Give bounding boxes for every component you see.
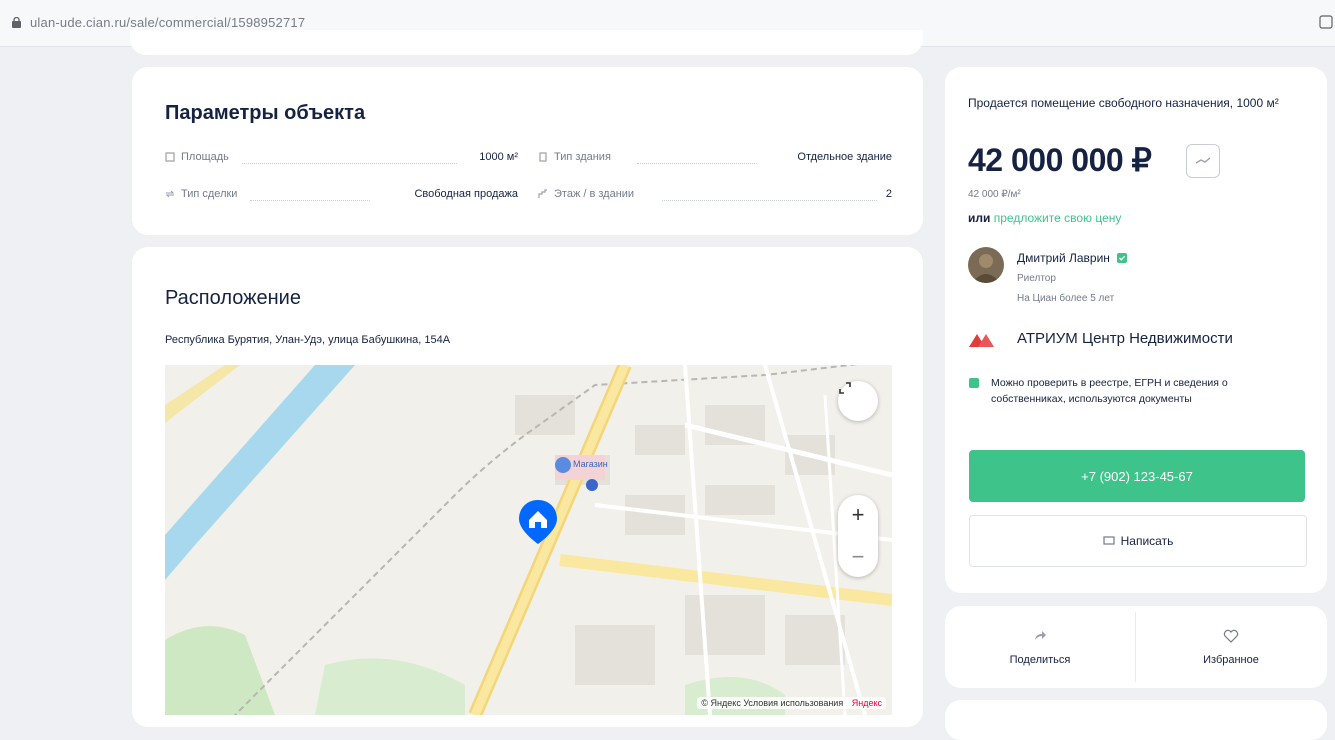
agent-role: Риелтор	[1017, 273, 1056, 284]
dot-leader	[637, 163, 757, 164]
params-title: Параметры объекта	[165, 102, 366, 124]
translate-icon[interactable]	[1319, 15, 1333, 29]
agent-experience: На Циан более 5 лет	[1017, 293, 1115, 304]
location-title: Расположение	[165, 287, 301, 309]
offer-price-line: или предложите свою цену	[968, 211, 1122, 225]
actions-card: Поделиться Избранное	[945, 606, 1327, 688]
param-area-value: 1000 м²	[479, 151, 518, 163]
param-floor-label: Этаж / в здании	[538, 188, 634, 200]
offer-title: Продается помещение свободного назначени…	[968, 96, 1279, 110]
checkmark-icon	[969, 378, 979, 388]
share-icon	[1035, 631, 1046, 640]
verified-icon	[1117, 253, 1128, 263]
zoom-control[interactable]: + −	[838, 495, 878, 577]
dot-leader	[242, 163, 457, 164]
agency-logo	[969, 334, 994, 347]
price-per-meter: 42 000 ₽/м²	[968, 189, 1021, 200]
previous-card-bottom	[130, 30, 923, 55]
chart-icon	[1195, 157, 1211, 164]
show-phone-button[interactable]: +7 (902) 123-45-67	[969, 450, 1305, 502]
location-pin-icon[interactable]	[517, 498, 559, 546]
deal-icon	[165, 190, 175, 198]
avatar[interactable]	[968, 247, 1004, 283]
param-deal-type-label: Тип сделки	[165, 188, 237, 200]
map-attribution[interactable]: © Яндекс Условия использования Яндекс	[697, 697, 886, 709]
url-text[interactable]: ulan-ude.cian.ru/sale/commercial/1598952…	[30, 15, 305, 30]
param-building-type-value: Отдельное здание	[797, 151, 892, 163]
param-building-type-label: Тип здания	[538, 151, 611, 163]
area-icon	[165, 152, 175, 162]
price-history-button[interactable]	[1186, 144, 1220, 178]
address-text: Республика Бурятия, Улан-Удэ, улица Бабу…	[165, 334, 451, 346]
param-floor-value: 2	[885, 188, 892, 200]
param-area-label: Площадь	[165, 151, 229, 163]
zoom-in-button[interactable]: +	[838, 495, 878, 535]
agency-name[interactable]: АТРИУМ Центр Недвижимости	[1017, 330, 1233, 347]
write-message-button[interactable]: Написать	[969, 515, 1307, 567]
share-button[interactable]: Поделиться	[945, 606, 1135, 688]
favorite-button[interactable]: Избранное	[1136, 606, 1326, 688]
price: 42 000 000 ₽	[968, 142, 1152, 178]
message-icon	[1103, 536, 1115, 545]
zoom-out-button[interactable]: −	[838, 537, 878, 577]
next-card-top	[945, 700, 1327, 740]
expand-icon	[839, 382, 851, 394]
heart-icon	[1223, 629, 1239, 643]
verification-notice: Можно проверить в реестре, ЕГРН и сведен…	[991, 377, 1228, 405]
dot-leader	[662, 200, 877, 201]
lock-icon	[12, 17, 21, 28]
agent-name[interactable]: Дмитрий Лаврин	[1017, 251, 1128, 265]
object-parameters-card: Параметры объекта Площадь 1000 м² Тип зд…	[132, 67, 923, 235]
location-card: Расположение Республика Бурятия, Улан-Уд…	[132, 247, 923, 727]
offer-sidebar: Продается помещение свободного назначени…	[945, 67, 1327, 593]
param-deal-type-value: Свободная продажа	[414, 188, 518, 200]
building-icon	[539, 152, 547, 162]
floor-icon	[538, 189, 547, 198]
offer-price-link[interactable]: предложите свою цену	[994, 211, 1122, 225]
poi-label[interactable]: Магазин	[573, 459, 608, 469]
dot-leader	[250, 200, 370, 201]
fullscreen-button[interactable]	[838, 381, 878, 421]
map[interactable]: Магазин + − © Яндекс Условия использован…	[165, 365, 892, 715]
